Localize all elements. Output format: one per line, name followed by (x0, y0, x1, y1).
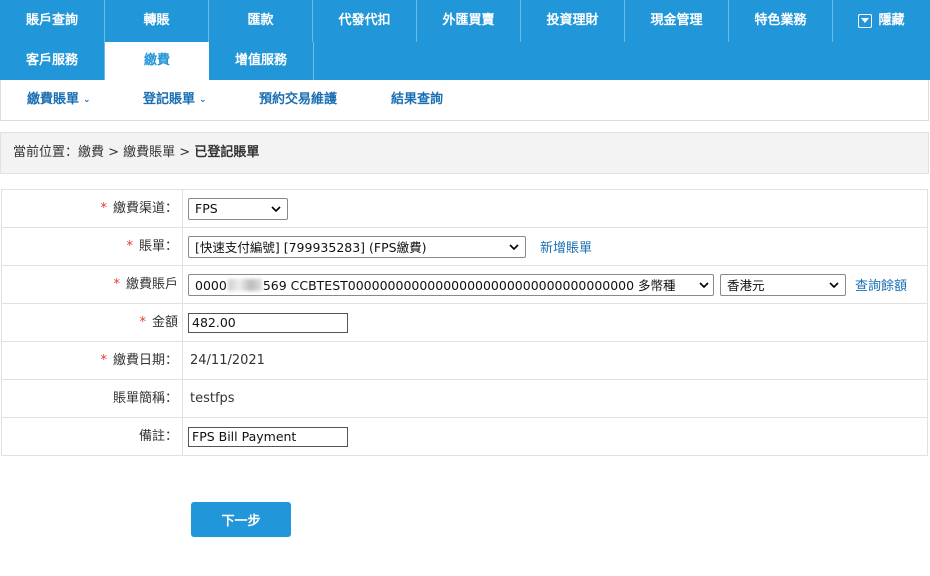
nav-remittance[interactable]: 匯款 (209, 0, 313, 42)
row-remarks: 備註： FPS Bill Payment (1, 418, 928, 456)
row-bill: * 賬單： [快速支付編號] [799935283] (FPS繳費) 新增賬單 (1, 228, 928, 266)
nav-investment[interactable]: 投資理財 (521, 0, 625, 42)
nav-value-added[interactable]: 增值服務 (209, 42, 314, 80)
chevron-down-icon: ⌄ (199, 95, 207, 105)
nav-transfer[interactable]: 轉賬 (105, 0, 209, 42)
secondary-nav: 客戶服務 繳費 增值服務 (0, 42, 930, 80)
payment-form: * 繳費渠道： FPS * 賬單： [快速支付編號] [799935283] (FP… (1, 189, 928, 456)
sub-nav: 繳費賬單 ⌄ 登記賬單 ⌄ 預約交易維護 結果查詢 (0, 80, 929, 121)
row-nickname: 賬單簡稱： testfps (1, 380, 928, 418)
nav-customer-service[interactable]: 客戶服務 (0, 42, 105, 80)
collapse-icon (858, 14, 873, 28)
payment-date: 24/11/2021 (190, 353, 265, 368)
nav-account-inquiry[interactable]: 賬戶查詢 (0, 0, 105, 42)
subnav-pay-bills[interactable]: 繳費賬單 ⌄ (27, 80, 91, 120)
breadcrumb: 當前位置：繳費 > 繳費賬單 > 已登記賬單 (0, 132, 929, 174)
breadcrumb-path: 繳費 > 繳費賬單 > (78, 145, 195, 160)
row-amount: * 金額 482.00 (1, 304, 928, 342)
date-label: * 繳費日期： (2, 342, 183, 379)
subnav-register-bills-label: 登記賬單 (143, 92, 196, 107)
chevron-down-icon (699, 281, 709, 288)
currency-select[interactable]: 香港元 (720, 273, 846, 296)
nav-cash-management[interactable]: 現金管理 (625, 0, 729, 42)
add-bill-link[interactable]: 新增賬單 (540, 237, 592, 256)
subnav-register-bills[interactable]: 登記賬單 ⌄ (143, 80, 207, 120)
check-balance-link[interactable]: 查詢餘額 (855, 275, 907, 294)
subnav-results[interactable]: 結果查詢 (391, 80, 443, 120)
nav-hide-toggle[interactable]: 隱藏 (833, 0, 930, 42)
amount-input[interactable]: 482.00 (188, 312, 348, 333)
nickname-label: 賬單簡稱： (2, 380, 183, 417)
subnav-pay-bills-label: 繳費賬單 (27, 92, 80, 107)
remarks-input[interactable]: FPS Bill Payment (188, 426, 348, 447)
row-account: * 繳費賬戶 0000 569 CCBTEST0000000000000000000… (1, 266, 928, 304)
hide-label: 隱藏 (878, 13, 905, 28)
subnav-scheduled[interactable]: 預約交易維護 (259, 80, 337, 120)
nav-special-services[interactable]: 特色業務 (729, 0, 833, 42)
bill-nickname: testfps (190, 391, 235, 406)
chevron-down-icon (271, 205, 281, 212)
chevron-down-icon (829, 281, 839, 288)
bill-label: * 賬單： (2, 228, 183, 265)
row-channel: * 繳費渠道： FPS (1, 190, 928, 228)
channel-label: * 繳費渠道： (2, 190, 183, 227)
nav-payment[interactable]: 繳費 (105, 42, 209, 80)
chevron-down-icon: ⌄ (83, 95, 91, 105)
remarks-label: 備註： (2, 418, 183, 455)
chevron-down-icon (509, 243, 519, 250)
nav-payroll[interactable]: 代發代扣 (313, 0, 417, 42)
primary-nav: 賬戶查詢 轉賬 匯款 代發代扣 外匯買賣 投資理財 現金管理 特色業務 隱藏 (0, 0, 930, 42)
bill-select[interactable]: [快速支付編號] [799935283] (FPS繳費) (188, 235, 526, 258)
account-select[interactable]: 0000 569 CCBTEST0000000000000000000000000… (188, 273, 714, 296)
amount-label: * 金額 (2, 304, 183, 341)
breadcrumb-prefix: 當前位置： (13, 145, 79, 160)
breadcrumb-current: 已登記賬單 (194, 145, 260, 160)
row-date: * 繳費日期： 24/11/2021 (1, 342, 928, 380)
masked-digits (227, 279, 262, 291)
next-button[interactable]: 下一步 (191, 502, 291, 537)
account-label: * 繳費賬戶 (2, 266, 183, 303)
channel-select[interactable]: FPS (188, 197, 288, 220)
nav-fx[interactable]: 外匯買賣 (417, 0, 521, 42)
